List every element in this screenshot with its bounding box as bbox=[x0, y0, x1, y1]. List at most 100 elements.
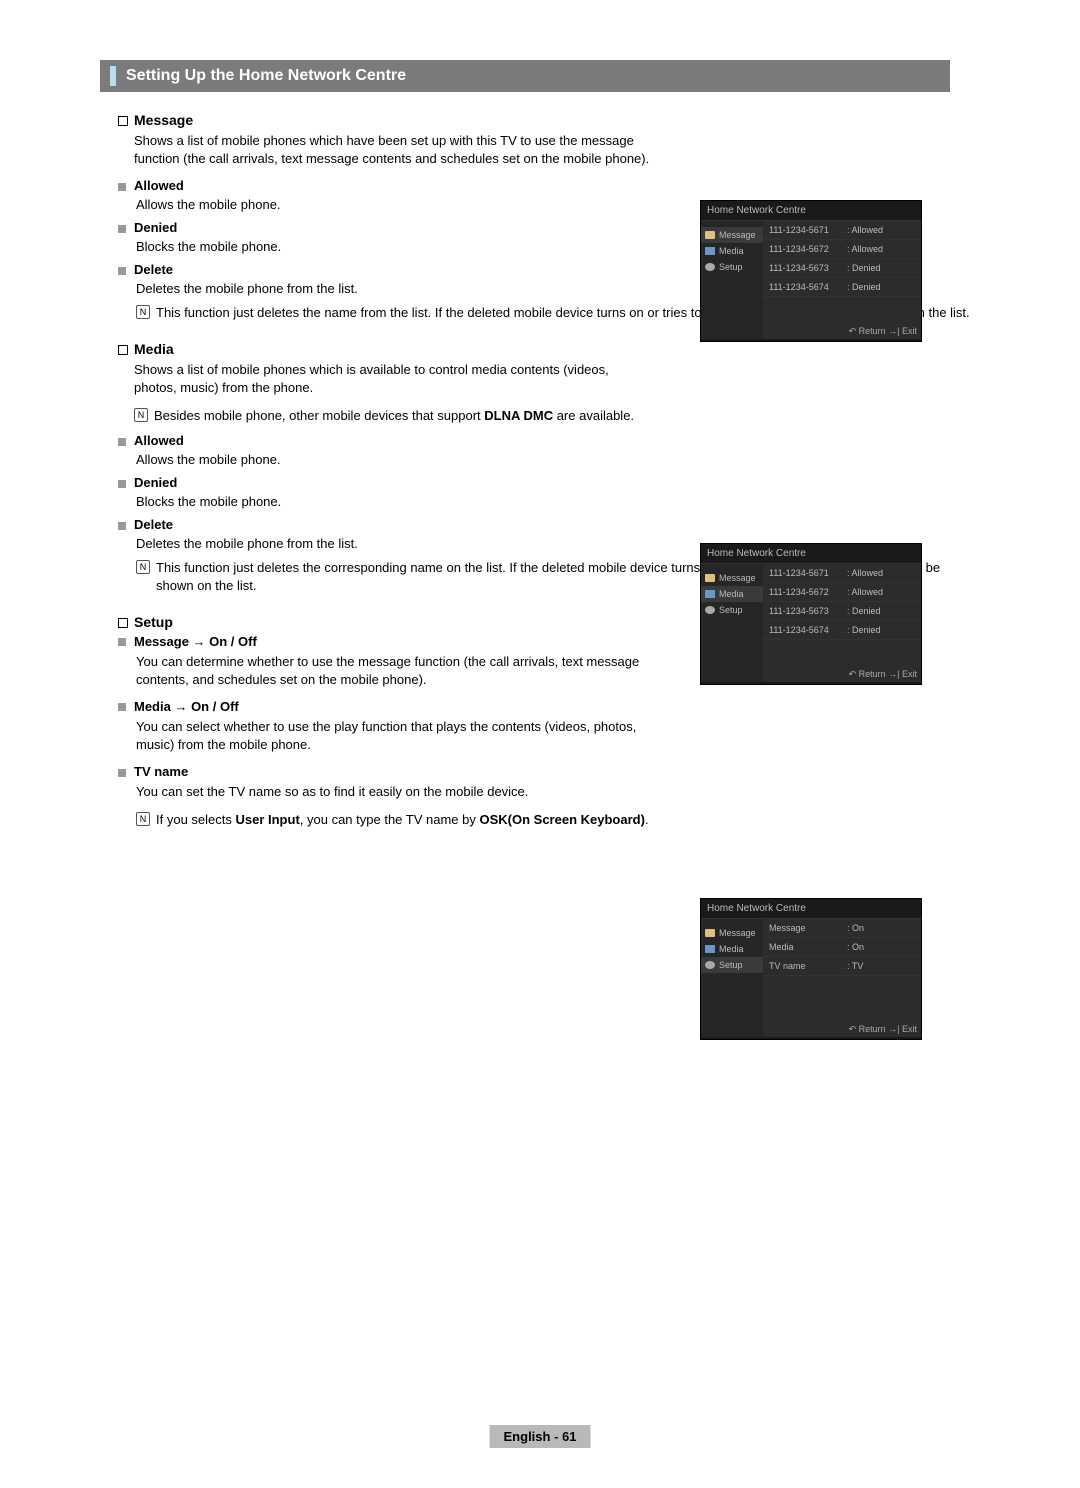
sub-desc: You can set the TV name so as to find it… bbox=[136, 783, 980, 801]
square-bullet-icon bbox=[118, 703, 126, 711]
status: : Allowed bbox=[847, 568, 883, 578]
shot-title: Home Network Centre bbox=[701, 201, 921, 221]
si-label: Media bbox=[719, 589, 744, 599]
phone-num: 111-1234-5671 bbox=[769, 225, 847, 235]
checkbox-icon bbox=[118, 116, 128, 126]
sidebar-item-message[interactable]: Message bbox=[701, 925, 763, 941]
sub-tvname: TV name bbox=[118, 764, 980, 779]
sidebar-item-setup[interactable]: Setup bbox=[701, 259, 763, 275]
sub-label: Allowed bbox=[134, 178, 184, 193]
sub-delete: Delete bbox=[118, 517, 980, 532]
sub-label: Delete bbox=[134, 517, 173, 532]
t: . bbox=[645, 812, 649, 827]
heading-text: Media bbox=[134, 341, 174, 357]
heading-text: Message bbox=[134, 112, 193, 128]
note-text: Besides mobile phone, other mobile devic… bbox=[154, 407, 634, 425]
sub-label: Delete bbox=[134, 262, 173, 277]
sidebar-item-message[interactable]: Message bbox=[701, 227, 763, 243]
list-item[interactable]: 111-1234-5672: Allowed bbox=[763, 240, 921, 259]
note-icon: N bbox=[136, 305, 150, 319]
note-text: If you selects User Input, you can type … bbox=[156, 811, 649, 829]
phone-num: 111-1234-5674 bbox=[769, 625, 847, 635]
sub-label: Denied bbox=[134, 475, 177, 490]
shot-list: Message: On Media: On TV name: TV Return… bbox=[763, 919, 921, 1037]
status: : Denied bbox=[847, 606, 881, 616]
si-label: Setup bbox=[719, 605, 743, 615]
sidebar-item-setup[interactable]: Setup bbox=[701, 957, 763, 973]
si-label: Setup bbox=[719, 262, 743, 272]
list-item[interactable]: 111-1234-5674: Denied bbox=[763, 621, 921, 640]
exit-hint: Exit bbox=[886, 326, 917, 336]
shot-title: Home Network Centre bbox=[701, 899, 921, 919]
sidebar-item-media[interactable]: Media bbox=[701, 243, 763, 259]
list-item[interactable]: 111-1234-5673: Denied bbox=[763, 259, 921, 278]
sub-desc: Allows the mobile phone. bbox=[136, 452, 980, 467]
media-icon bbox=[705, 590, 715, 598]
title-text: Setting Up the Home Network Centre bbox=[126, 67, 406, 85]
sub-desc: You can determine whether to use the mes… bbox=[136, 653, 656, 689]
list-item[interactable]: 111-1234-5674: Denied bbox=[763, 278, 921, 297]
square-bullet-icon bbox=[118, 225, 126, 233]
sidebar-item-setup[interactable]: Setup bbox=[701, 602, 763, 618]
screenshot-setup: Home Network Centre Message Media Setup … bbox=[700, 898, 922, 1040]
setup-row[interactable]: Message: On bbox=[763, 919, 921, 938]
screenshot-media: Home Network Centre Message Media Setup … bbox=[700, 543, 922, 685]
t: If you selects bbox=[156, 812, 235, 827]
note: N Besides mobile phone, other mobile dev… bbox=[134, 407, 654, 425]
section-heading: Message bbox=[118, 112, 980, 128]
si-label: Media bbox=[719, 944, 744, 954]
sidebar-item-message[interactable]: Message bbox=[701, 570, 763, 586]
phone-num: 111-1234-5674 bbox=[769, 282, 847, 292]
screenshot-message: Home Network Centre Message Media Setup … bbox=[700, 200, 922, 342]
sub-media-onoff: Media → On / Off bbox=[118, 699, 980, 714]
t: User Input bbox=[235, 812, 299, 827]
si-label: Message bbox=[719, 928, 756, 938]
t: OSK(On Screen Keyboard) bbox=[479, 812, 644, 827]
exit-hint: Exit bbox=[886, 1024, 917, 1034]
square-bullet-icon bbox=[118, 522, 126, 530]
status: : Denied bbox=[847, 625, 881, 635]
page-footer: English - 61 bbox=[490, 1425, 591, 1448]
k: Media bbox=[769, 942, 847, 952]
sub-label: Media → On / Off bbox=[134, 699, 239, 714]
note-post: are available. bbox=[553, 408, 634, 423]
sub-label: TV name bbox=[134, 764, 188, 779]
return-hint: Return bbox=[849, 1024, 886, 1034]
list-item[interactable]: 111-1234-5672: Allowed bbox=[763, 583, 921, 602]
sub-label: Denied bbox=[134, 220, 177, 235]
si-label: Setup bbox=[719, 960, 743, 970]
phone-num: 111-1234-5672 bbox=[769, 244, 847, 254]
sub-label: Allowed bbox=[134, 433, 184, 448]
list-item[interactable]: 111-1234-5671: Allowed bbox=[763, 564, 921, 583]
sub-allowed: Allowed bbox=[118, 433, 980, 448]
shot-sidebar: Message Media Setup bbox=[701, 919, 763, 1037]
v: : On bbox=[847, 942, 864, 952]
envelope-icon bbox=[705, 231, 715, 239]
setup-row[interactable]: Media: On bbox=[763, 938, 921, 957]
t: , you can type the TV name by bbox=[300, 812, 480, 827]
sidebar-item-media[interactable]: Media bbox=[701, 941, 763, 957]
setup-row[interactable]: TV name: TV bbox=[763, 957, 921, 976]
status: : Allowed bbox=[847, 244, 883, 254]
status: : Denied bbox=[847, 282, 881, 292]
v: : On bbox=[847, 923, 864, 933]
return-hint: Return bbox=[849, 326, 886, 336]
note-icon: N bbox=[136, 812, 150, 826]
shot-footer: ReturnExit bbox=[849, 326, 917, 337]
si-label: Message bbox=[719, 573, 756, 583]
phone-num: 111-1234-5673 bbox=[769, 606, 847, 616]
shot-sidebar: Message Media Setup bbox=[701, 221, 763, 339]
note-strong: DLNA DMC bbox=[484, 408, 553, 423]
k: Message bbox=[769, 923, 847, 933]
note-icon: N bbox=[134, 408, 148, 422]
section-desc: Shows a list of mobile phones which is a… bbox=[134, 361, 654, 397]
gear-icon bbox=[705, 263, 715, 271]
k: TV name bbox=[769, 961, 847, 971]
gear-icon bbox=[705, 961, 715, 969]
shot-footer: ReturnExit bbox=[849, 1024, 917, 1035]
return-hint: Return bbox=[849, 669, 886, 679]
list-item[interactable]: 111-1234-5673: Denied bbox=[763, 602, 921, 621]
sidebar-item-media[interactable]: Media bbox=[701, 586, 763, 602]
media-icon bbox=[705, 247, 715, 255]
list-item[interactable]: 111-1234-5671: Allowed bbox=[763, 221, 921, 240]
